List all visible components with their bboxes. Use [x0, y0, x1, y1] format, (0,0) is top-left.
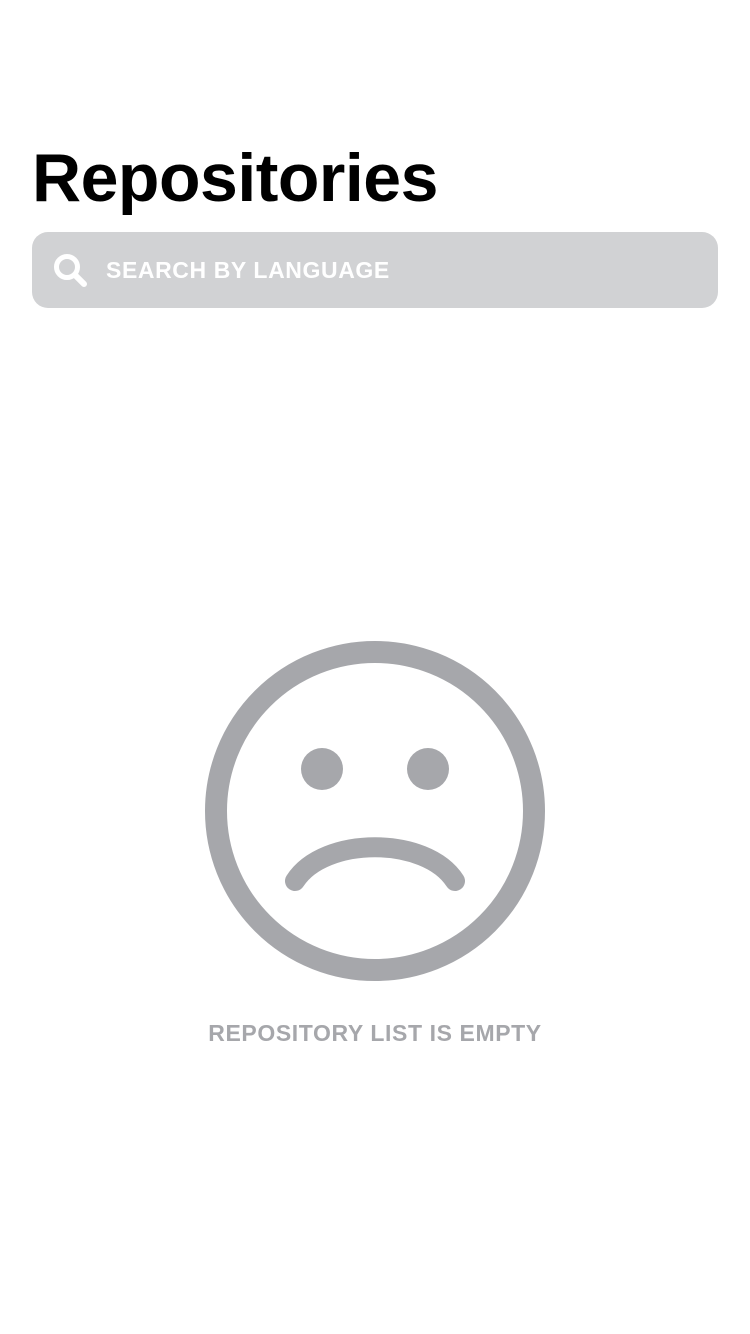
empty-state-message: REPOSITORY LIST IS EMPTY: [208, 1020, 542, 1046]
sad-face-icon: [204, 640, 546, 982]
search-input[interactable]: [106, 232, 696, 308]
page-title: Repositories: [32, 140, 438, 216]
repositories-screen: Repositories REPOSITORY LIST IS EMPTY: [0, 0, 750, 1334]
search-icon: [52, 252, 90, 290]
search-bar[interactable]: [32, 232, 718, 308]
empty-state: REPOSITORY LIST IS EMPTY: [0, 638, 750, 1058]
